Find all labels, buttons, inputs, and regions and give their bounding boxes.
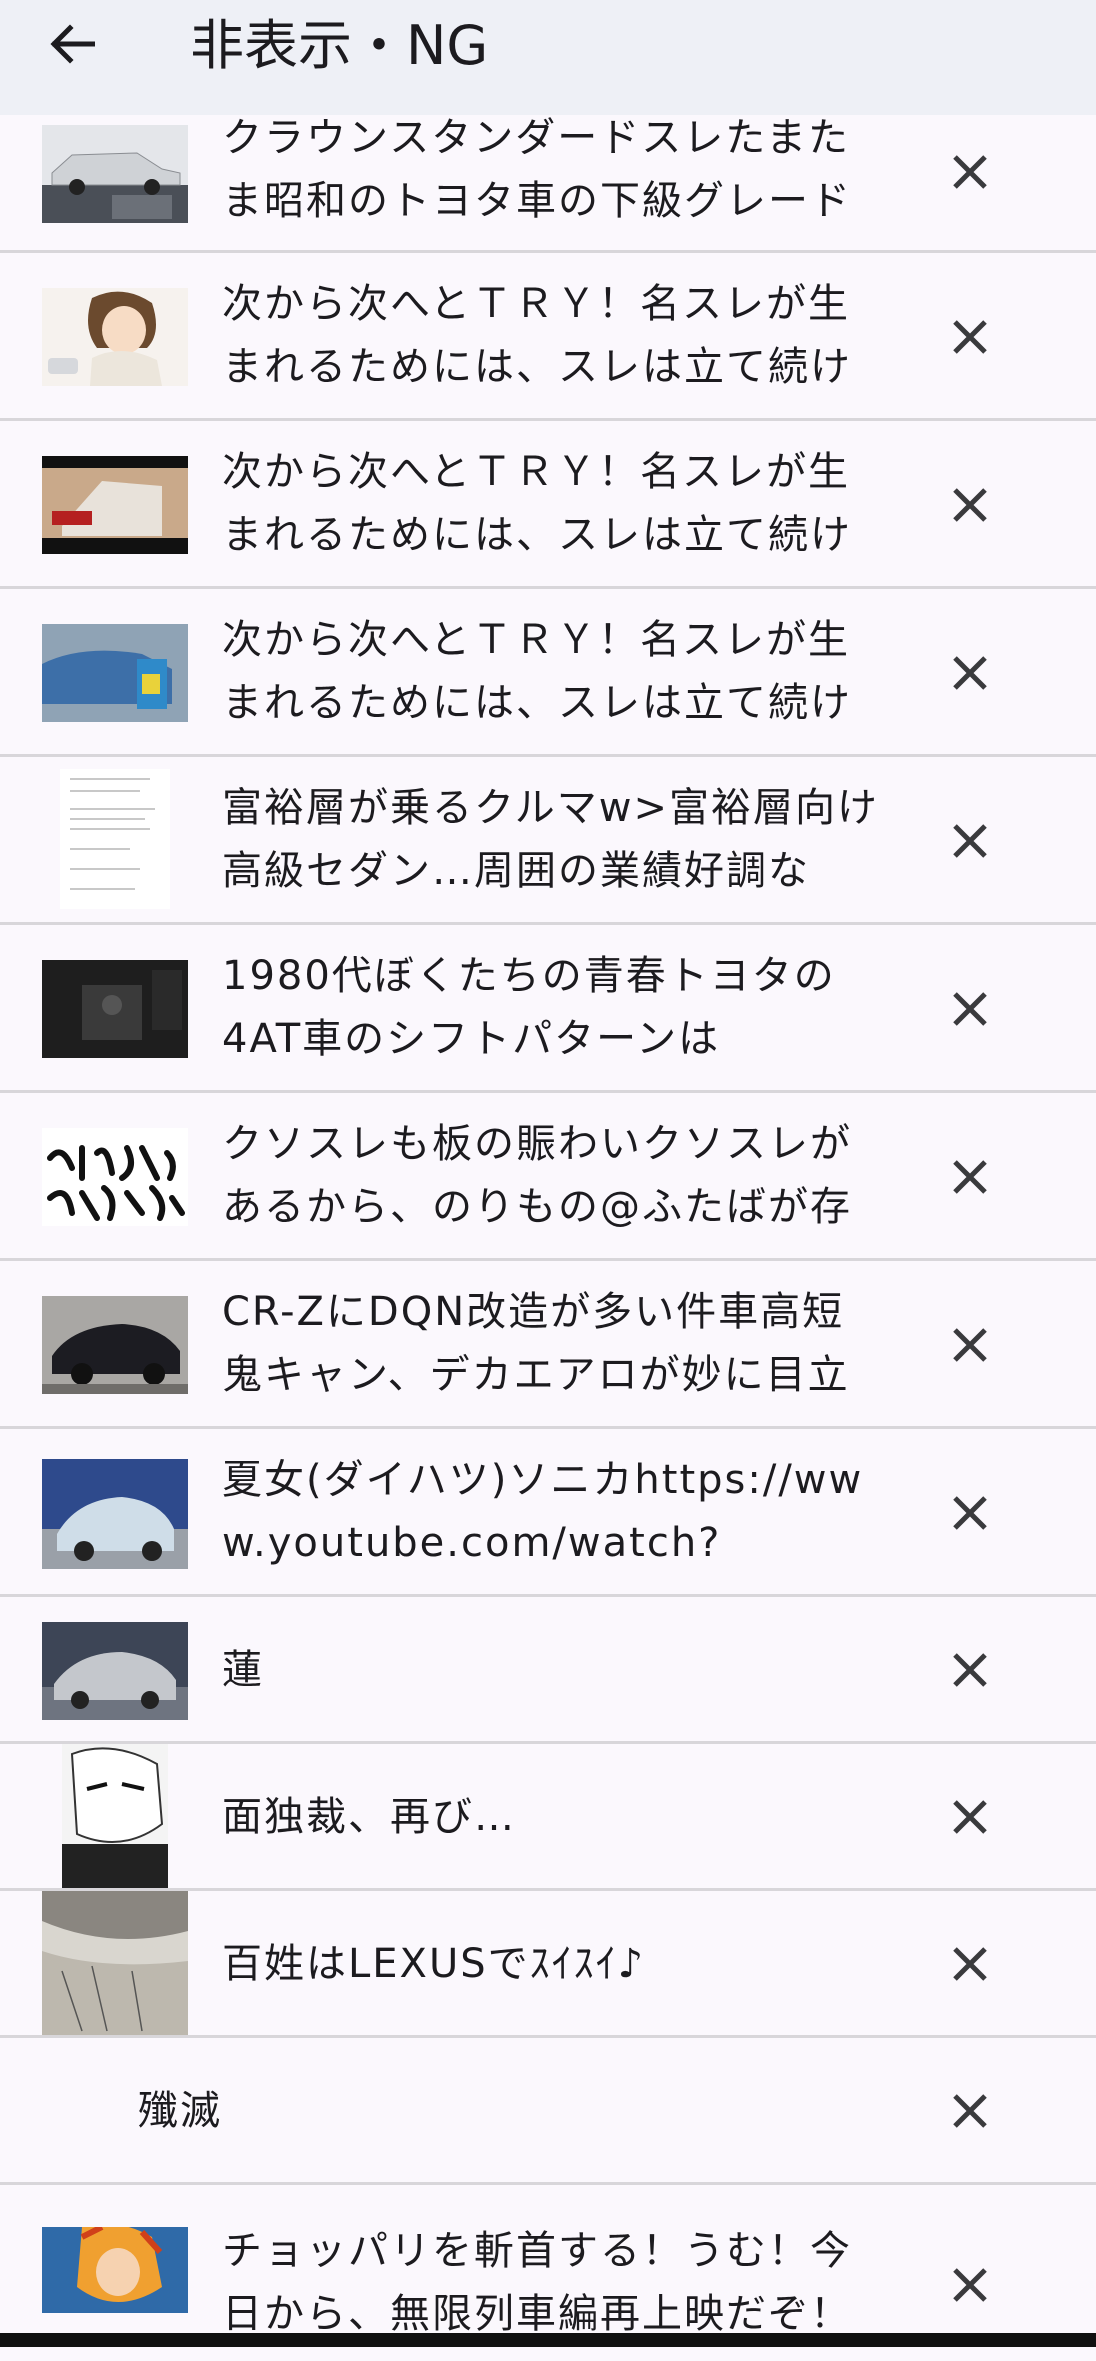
back-button[interactable] [40,12,104,76]
thumbnail-blue-car [42,624,188,722]
list-item: CR-ZにDQN改造が多い件車高短鬼キャン、デカエアロが妙に目立 [0,1261,1096,1429]
item-title[interactable]: 殲滅 [138,2080,798,2143]
close-icon [953,824,987,858]
item-title[interactable]: 面独裁、再び… [222,1786,882,1849]
remove-button[interactable] [940,811,1000,871]
remove-button[interactable] [940,1640,1000,1700]
close-icon [953,320,987,354]
list-item: 百姓はLEXUSでｽｲｽｲ♪ [0,1891,1096,2038]
remove-button[interactable] [940,475,1000,535]
arrow-left-icon [50,24,95,64]
thumbnail-silver-car [42,1622,188,1720]
item-title[interactable]: 百姓はLEXUSでｽｲｽｲ♪ [222,1933,882,1996]
close-icon [953,488,987,522]
list-item: 富裕層が乗るクルマw>富裕層向け高級セダン…周囲の業績好調な [0,757,1096,925]
close-icon [953,1160,987,1194]
remove-button[interactable] [940,142,1000,202]
thumbnail-silver-sedan [42,125,188,223]
item-title[interactable]: 夏女(ダイハツ)ソニカhttps://www.youtube.com/watch… [222,1449,882,1575]
ng-list: クラウンスタンダードスレたまたま昭和のトヨタ車の下級グレード 次から次へとＴＲＹ… [0,115,1096,2361]
item-title[interactable]: 次から次へとＴＲＹ！名スレが生まれるためには、スレは立て続け [222,441,882,567]
thumbnail-anime-character [42,2227,188,2313]
item-title[interactable]: 1980代ぼくたちの青春トヨタの4AT車のシフトパターンは [222,945,882,1071]
list-item: クソスレも板の賑わいクソスレがあるから、のりもの@ふたばが存 [0,1093,1096,1261]
thumbnail-dark-coupe [42,1296,188,1394]
thumbnail-anime-girl [42,288,188,386]
list-item: 次から次へとＴＲＹ！名スレが生まれるためには、スレは立て続け [0,421,1096,589]
close-icon [953,2094,987,2128]
thumbnail-manga-panel [42,1891,188,2035]
remove-button[interactable] [940,2081,1000,2141]
remove-button[interactable] [940,1147,1000,1207]
item-title[interactable]: クラウンスタンダードスレたまたま昭和のトヨタ車の下級グレード [222,115,882,233]
close-icon [953,2268,987,2302]
remove-button[interactable] [940,1934,1000,1994]
thumbnail-car-interior [42,960,188,1058]
thumbnail-building [42,456,188,554]
close-icon [953,1947,987,1981]
thumbnail-manga-face [62,1744,168,1888]
remove-button[interactable] [940,1483,1000,1543]
close-icon [953,1496,987,1530]
item-title[interactable]: 富裕層が乗るクルマw>富裕層向け高級セダン…周囲の業績好調な [222,777,882,903]
app-bar: 非表示・NG [0,0,1096,115]
thumbnail-document [60,769,170,909]
remove-button[interactable] [940,307,1000,367]
page-title: 非表示・NG [190,14,489,77]
close-icon [953,1328,987,1362]
item-title[interactable]: クソスレも板の賑わいクソスレがあるから、のりもの@ふたばが存 [222,1113,882,1239]
system-nav-bar [0,2333,1096,2347]
item-title[interactable]: 次から次へとＴＲＹ！名スレが生まれるためには、スレは立て続け [222,273,882,399]
close-icon [953,155,987,189]
remove-button[interactable] [940,2255,1000,2315]
close-icon [953,1653,987,1687]
list-item: クラウンスタンダードスレたまたま昭和のトヨタ車の下級グレード [0,115,1096,253]
remove-button[interactable] [940,979,1000,1039]
item-title[interactable]: 蓮 [222,1639,882,1702]
close-icon [953,992,987,1026]
thumbnail-light-blue-car [42,1459,188,1569]
list-item: 面独裁、再び… [0,1744,1096,1891]
remove-button[interactable] [940,1315,1000,1375]
close-icon [953,1800,987,1834]
list-item: 次から次へとＴＲＹ！名スレが生まれるためには、スレは立て続け [0,589,1096,757]
item-title[interactable]: CR-ZにDQN改造が多い件車高短鬼キャン、デカエアロが妙に目立 [222,1281,882,1407]
item-title[interactable]: チョッパリを斬首する！うむ！今日から、無限列車編再上映だぞ！ [222,2220,882,2346]
remove-button[interactable] [940,643,1000,703]
close-icon [953,656,987,690]
list-item: 殲滅 [0,2038,1096,2185]
list-item: 蓮 [0,1597,1096,1744]
item-title[interactable]: 次から次へとＴＲＹ！名スレが生まれるためには、スレは立て続け [222,609,882,735]
list-item: 夏女(ダイハツ)ソニカhttps://www.youtube.com/watch… [0,1429,1096,1597]
list-item: 1980代ぼくたちの青春トヨタの4AT車のシフトパターンは [0,925,1096,1093]
list-item: 次から次へとＴＲＹ！名スレが生まれるためには、スレは立て続け [0,253,1096,421]
remove-button[interactable] [940,1787,1000,1847]
thumbnail-calligraphy [42,1128,188,1226]
